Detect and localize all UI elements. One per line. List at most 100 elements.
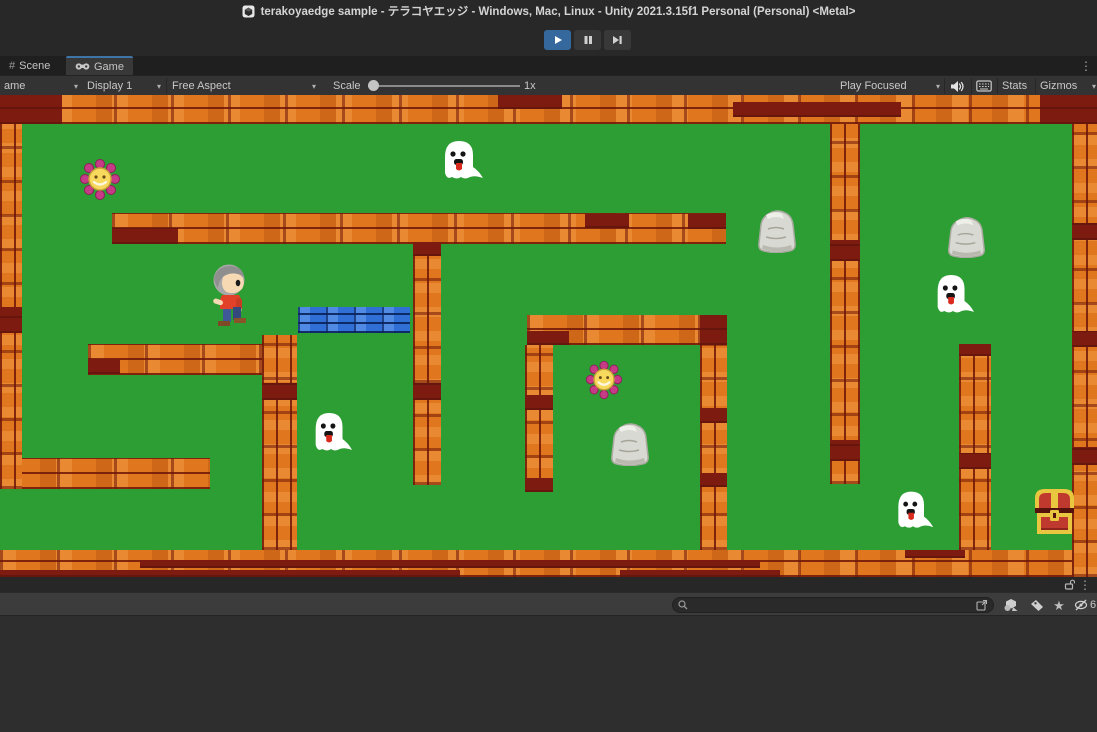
hidden-count-button[interactable]: 6 <box>1072 596 1097 614</box>
mute-audio-button[interactable] <box>950 76 965 96</box>
treasure-chest-sprite <box>1031 486 1078 538</box>
gizmos-dropdown[interactable]: Gizmos▾ <box>1040 76 1096 96</box>
gamepad-icon <box>75 62 90 71</box>
bottom-panel-toolbar: ★ 6 <box>0 592 1097 616</box>
unity-logo-icon <box>242 5 255 18</box>
search-box[interactable] <box>672 597 994 613</box>
bottom-panel-tab-strip: ⋮ <box>0 577 1097 592</box>
display-target-dropdown[interactable]: Display 1▾ <box>87 76 161 96</box>
ghost-sprite <box>437 133 485 183</box>
keyboard-icon <box>976 80 992 92</box>
brick-dark-patch <box>733 102 901 117</box>
pause-button[interactable] <box>574 30 601 50</box>
type-filter-icon <box>1003 598 1019 612</box>
tag-icon <box>1030 599 1044 612</box>
rock-sprite <box>754 205 800 253</box>
bottom-panel-menu-icon[interactable]: ⋮ <box>1079 579 1091 591</box>
brick-dark-patch <box>905 550 965 558</box>
brick-dark-patch <box>112 228 178 244</box>
brick-dark-patch <box>959 453 991 469</box>
brick-dark-patch <box>1072 447 1097 465</box>
scene-tab-icon: # <box>9 60 15 72</box>
platform-brick-v <box>700 345 727 550</box>
brick-dark-patch <box>585 214 629 228</box>
toolbar-separator <box>997 78 998 94</box>
chevron-down-icon: ▾ <box>936 82 940 91</box>
star-icon: ★ <box>1053 599 1065 612</box>
display-mode-label: ame <box>4 80 25 92</box>
toolbar-separator <box>166 78 167 94</box>
brick-dark-patch <box>830 240 860 261</box>
scene-tab-label: Scene <box>19 60 50 72</box>
eye-slash-icon <box>1074 599 1089 611</box>
view-tab-strip: # Scene Game ⋮ <box>0 56 1097 75</box>
platform-brick-v <box>413 242 441 485</box>
display-mode-dropdown[interactable]: ame ▾ <box>4 76 78 96</box>
brick-dark-patch <box>959 344 991 356</box>
pause-icon <box>583 35 593 45</box>
ghost-sprite <box>891 484 935 532</box>
brick-dark-patch <box>525 478 553 492</box>
save-search-button[interactable]: ★ <box>1048 596 1070 614</box>
bottom-panel-content[interactable] <box>0 616 1097 732</box>
open-search-window-icon[interactable] <box>976 599 988 611</box>
aspect-ratio-dropdown[interactable]: Free Aspect▾ <box>172 76 316 96</box>
play-icon <box>553 35 563 45</box>
tab-scene[interactable]: # Scene <box>0 56 59 75</box>
play-focused-dropdown[interactable]: Play Focused ▾ <box>840 76 940 96</box>
scale-slider-track[interactable] <box>368 85 520 87</box>
play-focused-label: Play Focused <box>840 80 907 92</box>
platform-brick-h <box>0 458 210 489</box>
search-icon <box>678 600 688 610</box>
brick-dark-patch <box>620 570 780 577</box>
brick-dark-patch <box>413 383 441 400</box>
window-title: terakoyaedge sample - テラコヤエッジ - Windows,… <box>261 3 856 19</box>
rock-sprite <box>944 212 989 258</box>
title-bar: terakoyaedge sample - テラコヤエッジ - Windows,… <box>0 0 1097 23</box>
brick-dark-patch <box>700 315 727 345</box>
tab-strip-menu-icon[interactable]: ⋮ <box>1080 60 1092 72</box>
platform-brick-v <box>830 124 860 484</box>
brick-dark-patch <box>0 570 460 577</box>
brick-dark-patch <box>700 408 727 423</box>
step-button[interactable] <box>604 30 631 50</box>
chevron-down-icon: ▾ <box>74 82 78 91</box>
search-input[interactable] <box>692 598 972 612</box>
player-sprite <box>205 262 258 330</box>
keyboard-input-button[interactable] <box>976 76 992 96</box>
scale-value: 1x <box>524 76 536 96</box>
play-controls-bar <box>0 22 1097 56</box>
platform-brick-v <box>525 345 553 492</box>
play-button[interactable] <box>544 30 571 50</box>
brick-dark-patch <box>0 307 22 333</box>
game-viewport[interactable] <box>0 95 1097 577</box>
platform-brick-v <box>262 335 297 550</box>
chevron-down-icon: ▾ <box>1092 82 1096 91</box>
brick-dark-patch <box>1072 331 1097 347</box>
platform-brick-blue <box>298 307 410 333</box>
game-view-toolbar: ame▾ Display 1▾ Free Aspect▾ Scale 1x Pl… <box>0 75 1097 96</box>
brick-dark-patch <box>1040 95 1097 124</box>
brick-dark-patch <box>830 440 860 461</box>
ghost-sprite <box>930 267 976 317</box>
brick-dark-patch <box>88 359 120 374</box>
unlock-icon[interactable] <box>1064 579 1075 593</box>
unity-editor-window: terakoyaedge sample - テラコヤエッジ - Windows,… <box>0 0 1097 732</box>
scale-slider-knob[interactable] <box>368 80 379 91</box>
stats-label: Stats <box>1002 80 1027 92</box>
stats-button[interactable]: Stats <box>1002 76 1027 96</box>
game-tab-label: Game <box>94 61 124 73</box>
speaker-icon <box>950 80 965 93</box>
brick-dark-patch <box>413 242 441 256</box>
search-by-label-button[interactable] <box>1026 596 1048 614</box>
flower-sprite <box>585 359 623 401</box>
brick-dark-patch <box>140 560 760 568</box>
search-by-type-button[interactable] <box>1000 596 1022 614</box>
brick-dark-patch <box>688 214 726 229</box>
brick-dark-patch <box>0 95 62 124</box>
tab-game[interactable]: Game <box>66 56 133 75</box>
brick-dark-patch <box>525 395 553 410</box>
scale-label: Scale <box>333 76 361 96</box>
display-target-label: Display 1 <box>87 80 132 92</box>
platform-brick-v <box>959 344 991 550</box>
